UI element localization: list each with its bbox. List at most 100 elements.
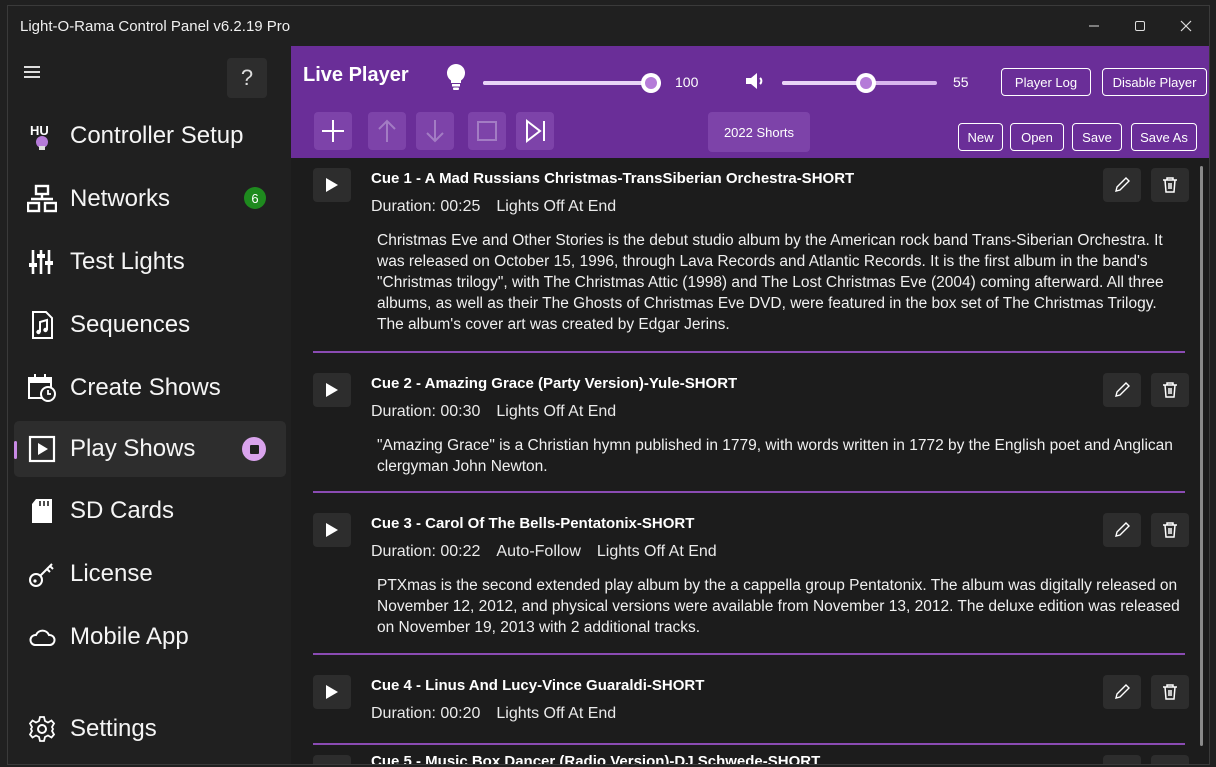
- plus-icon: [322, 120, 344, 142]
- sidebar: ? HU Controller Setup Networks 6 Test Li…: [8, 46, 291, 764]
- delete-cue-button[interactable]: [1151, 755, 1189, 765]
- sidebar-item-label: Test Lights: [70, 248, 185, 275]
- trash-icon: [1163, 177, 1177, 193]
- delete-cue-button[interactable]: [1151, 168, 1189, 202]
- open-button[interactable]: Open: [1010, 123, 1064, 151]
- brightness-slider[interactable]: [483, 73, 661, 93]
- network-icon: [22, 181, 62, 217]
- edit-cue-button[interactable]: [1103, 168, 1141, 202]
- delete-cue-button[interactable]: [1151, 513, 1189, 547]
- pencil-icon: [1115, 684, 1130, 699]
- sidebar-item-create-shows[interactable]: Create Shows: [14, 360, 286, 416]
- delete-cue-button[interactable]: [1151, 373, 1189, 407]
- sidebar-item-sd-cards[interactable]: SD Cards: [14, 483, 286, 539]
- brightness-bulb-icon: [446, 63, 466, 90]
- cue-title: Cue 5 - Music Box Dancer (Radio Version)…: [371, 753, 821, 765]
- edit-cue-button[interactable]: [1103, 373, 1141, 407]
- cue-title: Cue 2 - Amazing Grace (Party Version)-Yu…: [371, 375, 738, 392]
- minimize-button[interactable]: [1071, 6, 1117, 46]
- sidebar-item-label: Networks: [70, 185, 171, 212]
- maximize-icon: [1135, 21, 1145, 31]
- disable-player-button[interactable]: Disable Player: [1102, 68, 1207, 96]
- volume-value: 55: [953, 74, 969, 90]
- play-icon: [326, 383, 338, 397]
- cue-separator: [313, 743, 1185, 745]
- add-cue-button[interactable]: [314, 112, 352, 150]
- volume-slider[interactable]: [782, 73, 937, 93]
- brightness-slider-fill: [483, 81, 661, 85]
- cue-title: Cue 1 - A Mad Russians Christmas-TransSi…: [371, 170, 855, 187]
- cue-separator: [313, 653, 1185, 655]
- pencil-icon: [1115, 382, 1130, 397]
- cue-meta: Duration: 00:22 Auto-Follow Lights Off At …: [371, 543, 733, 561]
- networks-count-badge: 6: [244, 187, 266, 209]
- cue-item: Cue 2 - Amazing Grace (Party Version)-Yu…: [313, 373, 1189, 483]
- volume-speaker-icon: [746, 73, 763, 89]
- app-window: Light-O-Rama Control Panel v6.2.19 Pro ?…: [7, 5, 1210, 765]
- pencil-icon: [1115, 177, 1130, 192]
- play-cue-button[interactable]: [313, 373, 351, 407]
- hamburger-menu-icon[interactable]: [24, 66, 40, 78]
- live-player-toolbar: Live Player 100 55 Player Log Disable Pl…: [291, 46, 1209, 158]
- cue-duration: Duration: 00:25: [371, 198, 481, 215]
- sd-card-icon: [22, 493, 62, 529]
- play-cue-button[interactable]: [313, 168, 351, 202]
- edit-cue-button[interactable]: [1103, 755, 1141, 765]
- main-panel: Live Player 100 55 Player Log Disable Pl…: [291, 46, 1209, 765]
- save-as-button[interactable]: Save As: [1131, 123, 1197, 151]
- stop-show-icon[interactable]: [242, 437, 266, 461]
- edit-cue-button[interactable]: [1103, 675, 1141, 709]
- player-log-button[interactable]: Player Log: [1001, 68, 1091, 96]
- skip-next-button[interactable]: [516, 112, 554, 150]
- key-icon: [22, 556, 62, 592]
- sidebar-item-play-shows[interactable]: Play Shows: [14, 421, 286, 477]
- trash-icon: [1161, 763, 1179, 765]
- sidebar-item-networks[interactable]: Networks 6: [14, 171, 286, 227]
- cue-description: PTXmas is the second extended play album…: [377, 577, 1180, 636]
- title-bar: Light-O-Rama Control Panel v6.2.19 Pro: [8, 6, 1209, 46]
- cue-item: Cue 4 - Linus And Lucy-Vince Guaraldi-SH…: [313, 675, 1189, 745]
- brightness-slider-thumb[interactable]: [641, 73, 661, 93]
- pencil-icon: [1113, 763, 1131, 765]
- cue-description: Christmas Eve and Other Stories is the d…: [377, 232, 1164, 333]
- sidebar-item-label: Play Shows: [70, 435, 196, 462]
- edit-cue-button[interactable]: [1103, 513, 1141, 547]
- play-cue-button[interactable]: [313, 513, 351, 547]
- cue-description: "Amazing Grace" is a Christian hymn publ…: [377, 437, 1173, 475]
- stop-button[interactable]: [468, 112, 506, 150]
- brightness-value: 100: [675, 74, 699, 90]
- playlist-tab[interactable]: 2022 Shorts: [708, 112, 810, 152]
- play-cue-button[interactable]: [313, 755, 351, 764]
- sidebar-item-test-lights[interactable]: Test Lights: [14, 234, 286, 290]
- trash-icon: [1163, 382, 1177, 398]
- play-icon: [326, 523, 338, 537]
- sidebar-item-mobile-app[interactable]: Mobile App: [14, 609, 286, 665]
- cue-duration: Duration: 00:30: [371, 403, 481, 420]
- sidebar-item-settings[interactable]: Settings: [14, 701, 286, 757]
- sidebar-item-controller-setup[interactable]: HU Controller Setup: [14, 108, 286, 164]
- move-down-button[interactable]: [416, 112, 454, 150]
- volume-slider-thumb[interactable]: [856, 73, 876, 93]
- sidebar-item-label: Create Shows: [70, 374, 221, 401]
- sidebar-item-license[interactable]: License: [14, 546, 286, 602]
- help-button[interactable]: ?: [227, 58, 267, 98]
- move-up-button[interactable]: [368, 112, 406, 150]
- sidebar-item-sequences[interactable]: Sequences: [14, 297, 286, 353]
- cloud-icon: [22, 619, 62, 655]
- maximize-button[interactable]: [1117, 6, 1163, 46]
- window-title: Light-O-Rama Control Panel v6.2.19 Pro: [20, 17, 291, 35]
- delete-cue-button[interactable]: [1151, 675, 1189, 709]
- calendar-clock-icon: [22, 370, 62, 406]
- svg-text:HU: HU: [30, 123, 49, 138]
- cue-item: Cue 3 - Carol Of The Bells-Pentatonix-SH…: [313, 513, 1189, 653]
- close-button[interactable]: [1163, 6, 1209, 46]
- save-button[interactable]: Save: [1072, 123, 1122, 151]
- cue-list-scrollbar[interactable]: [1200, 166, 1203, 746]
- play-cue-button[interactable]: [313, 675, 351, 709]
- new-button[interactable]: New: [958, 123, 1003, 151]
- gear-icon: [22, 711, 62, 747]
- cue-meta: Duration: 00:30 Lights Off At End: [371, 403, 632, 421]
- cue-meta: Duration: 00:25 Lights Off At End: [371, 198, 632, 216]
- sidebar-item-label: Sequences: [70, 311, 191, 338]
- cue-separator: [313, 491, 1185, 493]
